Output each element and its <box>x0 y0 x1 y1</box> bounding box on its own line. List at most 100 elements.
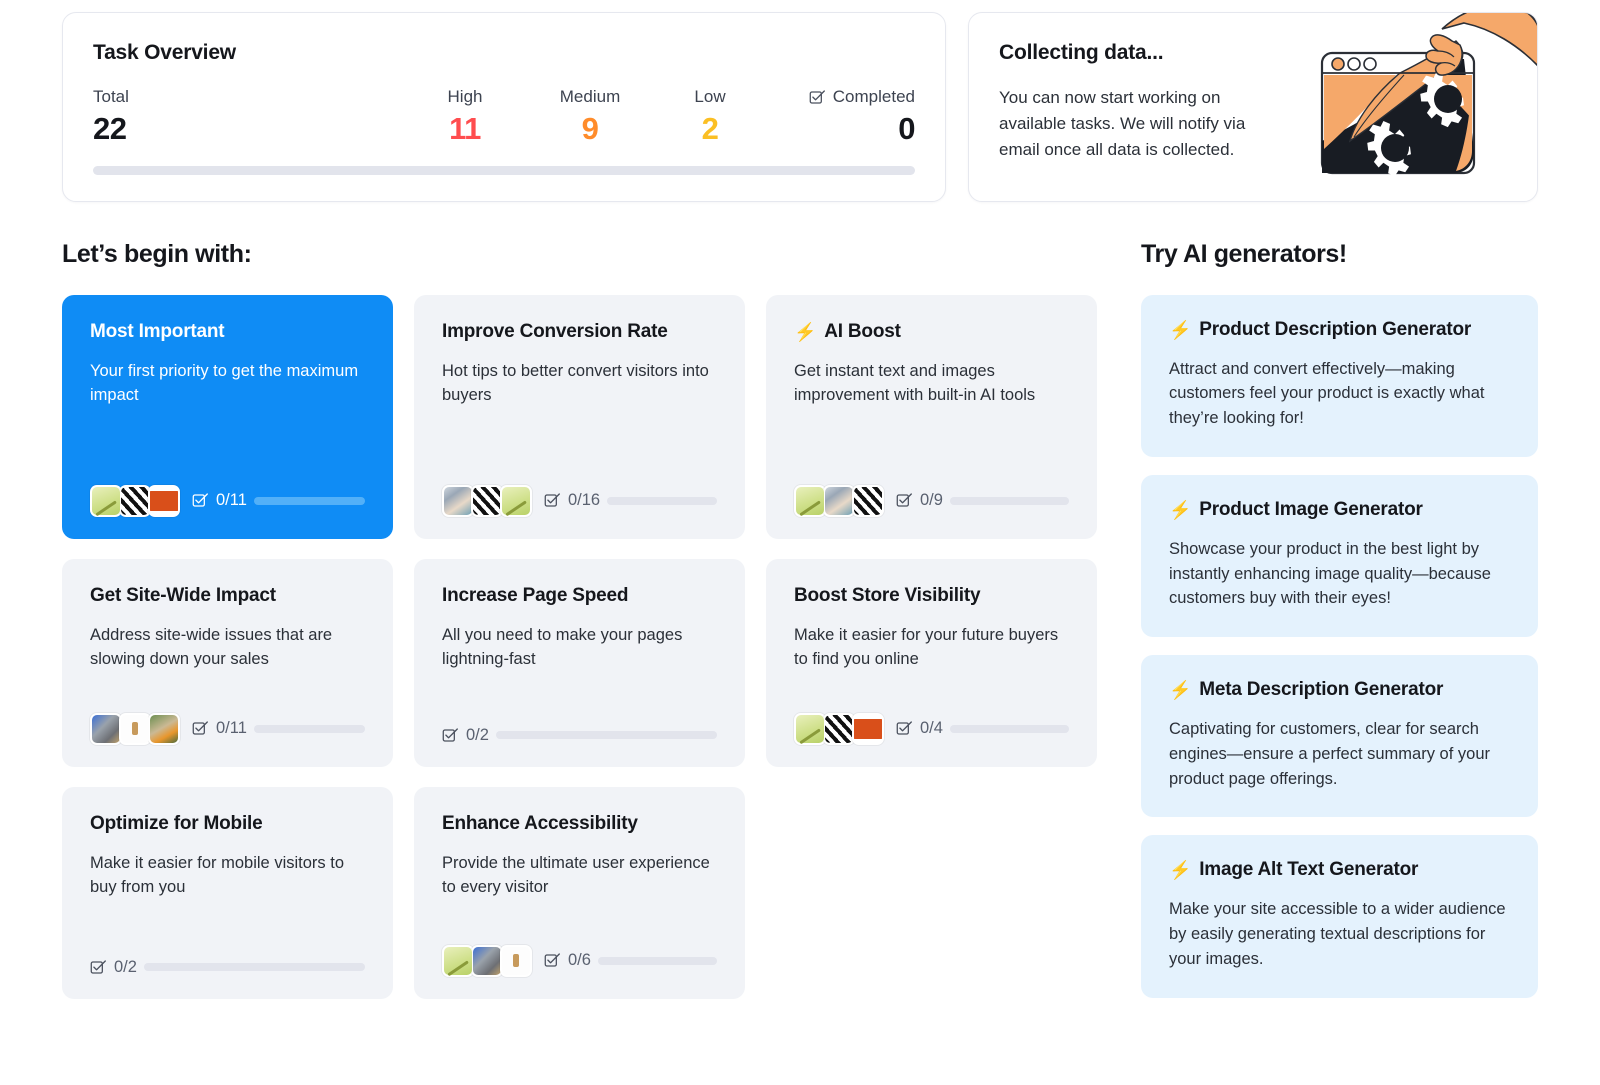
task-card-title: Optimize for Mobile <box>90 813 365 835</box>
task-card-optimize-for-mobile[interactable]: Optimize for Mobile Make it easier for m… <box>62 786 393 999</box>
task-card-title: Improve Conversion Rate <box>442 321 717 343</box>
ai-generators-column: Try AI generators! ⚡ Product Description… <box>1141 240 1538 999</box>
ai-card-image-alt-text-generator[interactable]: ⚡ Image Alt Text Generator Make your sit… <box>1141 835 1538 998</box>
thumbnail[interactable] <box>148 484 180 517</box>
ai-card-product-image-generator[interactable]: ⚡ Product Image Generator Showcase your … <box>1141 474 1538 638</box>
task-card-progress: 0/4 <box>896 719 1069 738</box>
task-card-title-text: Increase Page Speed <box>442 584 629 606</box>
stat-total-value: 22 <box>93 111 127 146</box>
thumbnail[interactable] <box>500 484 532 517</box>
thumbnail[interactable] <box>794 484 826 517</box>
task-card-boost-store-visibility[interactable]: Boost Store Visibility Make it easier fo… <box>766 558 1097 767</box>
task-card-progress-bar <box>949 724 1069 733</box>
ai-card-desc: Showcase your product in the best light … <box>1169 539 1491 608</box>
task-card-improve-conversion-rate[interactable]: Improve Conversion Rate Hot tips to bett… <box>414 294 745 539</box>
task-card-footer: 0/11 <box>90 693 365 745</box>
ai-card-title-text: Product Image Generator <box>1199 498 1423 520</box>
task-card-progress-bar <box>495 731 717 740</box>
task-card-thumbnails[interactable] <box>90 712 180 745</box>
thumbnail[interactable] <box>90 712 122 745</box>
stat-high-value: 11 <box>449 111 481 146</box>
ai-card-meta-description-generator[interactable]: ⚡ Meta Description Generator Captivating… <box>1141 655 1538 818</box>
checkbox-check-icon <box>896 492 913 509</box>
ai-card-desc: Make your site accessible to a wider aud… <box>1169 900 1506 968</box>
stat-total: Total 22 <box>93 87 405 146</box>
thumbnail[interactable] <box>471 484 503 517</box>
ai-card-product-description-generator[interactable]: ⚡ Product Description Generator Attract … <box>1141 294 1538 457</box>
thumbnail[interactable] <box>852 712 884 745</box>
task-overview-card: Task Overview Total 22 High 11 Medium 9 … <box>62 12 946 202</box>
thumbnail[interactable] <box>119 484 151 517</box>
task-card-thumbnails[interactable] <box>794 712 884 745</box>
task-card-progress-bar <box>597 956 717 965</box>
thumbnail[interactable] <box>823 484 855 517</box>
thumbnail[interactable] <box>148 712 180 745</box>
thumbnail[interactable] <box>442 484 474 517</box>
task-card-progress: 0/11 <box>192 719 365 738</box>
checkbox-check-icon <box>896 720 913 737</box>
task-card-progress: 0/2 <box>90 958 365 977</box>
task-card-thumbnails[interactable] <box>794 484 884 517</box>
collecting-data-text: You can now start working on available t… <box>999 88 1246 159</box>
task-card-progress-bar <box>253 496 365 505</box>
thumbnail[interactable] <box>119 712 151 745</box>
ai-card-title: ⚡ Product Description Generator <box>1169 319 1510 341</box>
task-card-title-text: Most Important <box>90 320 225 342</box>
stat-medium: Medium 9 <box>525 87 655 146</box>
task-card-progress: 0/6 <box>544 951 717 970</box>
task-card-thumbnails[interactable] <box>90 484 180 517</box>
checkbox-check-icon <box>544 952 561 969</box>
task-overview-title: Task Overview <box>93 41 236 64</box>
task-card-desc: Your first priority to get the maximum i… <box>90 361 359 405</box>
ai-card-title: ⚡ Product Image Generator <box>1169 499 1510 521</box>
task-card-most-important[interactable]: Most Important Your first priority to ge… <box>62 294 393 539</box>
task-card-title-text: AI Boost <box>824 320 901 342</box>
lightning-bolt-icon: ⚡ <box>1169 319 1192 340</box>
task-card-desc: Get instant text and images improvement … <box>794 361 1036 405</box>
task-card-increase-page-speed[interactable]: Increase Page Speed All you need to make… <box>414 558 745 767</box>
task-card-title-text: Optimize for Mobile <box>90 812 263 834</box>
thumbnail[interactable] <box>500 944 532 977</box>
task-card-progress-bar <box>253 724 365 733</box>
checkbox-check-icon <box>90 959 107 976</box>
stat-completed-label: Completed <box>765 87 915 107</box>
task-card-ai-boost[interactable]: ⚡ AI Boost Get instant text and images i… <box>766 294 1097 539</box>
thumbnail[interactable] <box>90 484 122 517</box>
task-card-progress: 0/16 <box>544 491 717 510</box>
ai-card-title-text: Meta Description Generator <box>1199 679 1444 701</box>
task-card-progress-bar <box>143 963 365 972</box>
task-card-get-site-wide-impact[interactable]: Get Site-Wide Impact Address site-wide i… <box>62 558 393 767</box>
main-body-row: Let’s begin with: Most Important Your fi… <box>62 240 1538 999</box>
task-card-thumbnails[interactable] <box>442 484 532 517</box>
task-card-counter: 0/9 <box>920 491 943 510</box>
task-card-footer: 0/11 <box>90 465 365 517</box>
task-card-title-text: Boost Store Visibility <box>794 584 981 606</box>
thumbnail[interactable] <box>442 944 474 977</box>
task-card-enhance-accessibility[interactable]: Enhance Accessibility Provide the ultima… <box>414 786 745 999</box>
task-card-title-text: Enhance Accessibility <box>442 812 638 834</box>
collecting-data-title: Collecting data... <box>999 41 1164 64</box>
checkbox-check-icon <box>192 492 209 509</box>
lightning-bolt-icon: ⚡ <box>1169 860 1192 881</box>
task-card-thumbnails[interactable] <box>442 944 532 977</box>
collecting-data-card: Collecting data... You can now start wor… <box>968 12 1538 202</box>
stat-total-label: Total <box>93 87 129 106</box>
ai-section-heading: Try AI generators! <box>1141 239 1347 268</box>
thumbnail[interactable] <box>471 944 503 977</box>
lightning-bolt-icon: ⚡ <box>1169 680 1192 701</box>
top-summary-row: Task Overview Total 22 High 11 Medium 9 … <box>62 12 1538 202</box>
dashboard-page: Task Overview Total 22 High 11 Medium 9 … <box>0 0 1600 1085</box>
thumbnail[interactable] <box>852 484 884 517</box>
thumbnail[interactable] <box>823 712 855 745</box>
task-card-footer: 0/2 <box>90 938 365 977</box>
ai-card-title-text: Product Description Generator <box>1199 318 1472 340</box>
thumbnail[interactable] <box>794 712 826 745</box>
checkbox-check-icon <box>544 492 561 509</box>
task-card-progress-bar <box>949 496 1069 505</box>
stat-high-label: High <box>447 87 483 106</box>
task-card-counter: 0/11 <box>216 719 247 738</box>
task-card-title: Enhance Accessibility <box>442 813 717 835</box>
lightning-bolt-icon: ⚡ <box>1169 499 1192 520</box>
ai-card-title: ⚡ Meta Description Generator <box>1169 679 1510 701</box>
ai-card-title-text: Image Alt Text Generator <box>1199 859 1419 881</box>
